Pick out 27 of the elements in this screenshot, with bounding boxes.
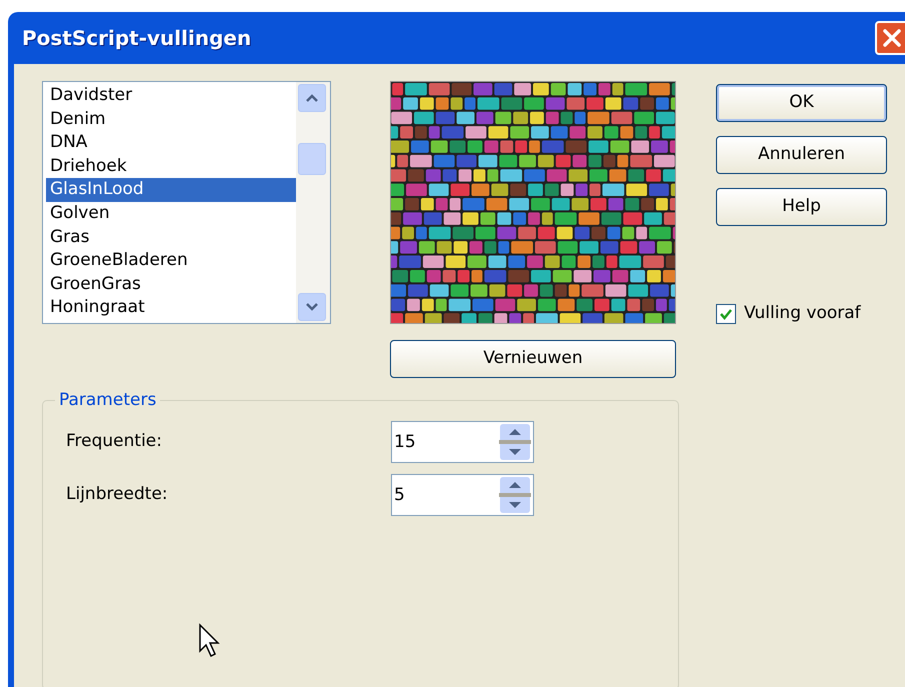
list-item[interactable]: GroenGras bbox=[46, 272, 296, 296]
list-item[interactable]: GlasInLood bbox=[46, 178, 296, 202]
list-item[interactable]: DNA bbox=[46, 131, 296, 155]
scroll-thumb[interactable] bbox=[298, 143, 326, 175]
scroll-up-button[interactable] bbox=[298, 84, 326, 112]
check-icon bbox=[719, 306, 733, 321]
dialog-button[interactable]: OK bbox=[716, 84, 887, 122]
field-label: Lijnbreedte: bbox=[66, 483, 169, 506]
dialog-button[interactable]: Annuleren bbox=[716, 136, 887, 174]
field-label: Frequentie: bbox=[66, 430, 163, 454]
spin-arrows-icon bbox=[499, 476, 531, 514]
list-item[interactable]: Driehoek bbox=[46, 154, 296, 178]
list-item[interactable]: Gras bbox=[46, 226, 296, 250]
checkbox[interactable] bbox=[716, 304, 736, 324]
refresh-button[interactable]: Vernieuwen bbox=[390, 340, 676, 378]
list-item[interactable]: Davidster bbox=[46, 84, 296, 108]
close-icon bbox=[881, 27, 903, 49]
window-title: PostScript-vullingen bbox=[22, 25, 252, 52]
list-item[interactable]: GroeneBladeren bbox=[46, 249, 296, 273]
scroll-down-button[interactable] bbox=[298, 293, 326, 321]
spin-arrows-icon bbox=[499, 423, 531, 461]
checkbox-label: Vulling vooraf bbox=[744, 302, 861, 325]
list-item[interactable]: Golven bbox=[46, 202, 296, 226]
close-button[interactable] bbox=[875, 21, 905, 55]
list-item[interactable]: Honingraat bbox=[46, 296, 296, 320]
list-item[interactable]: Denim bbox=[46, 108, 296, 132]
dialog-button[interactable]: Help bbox=[716, 188, 887, 226]
